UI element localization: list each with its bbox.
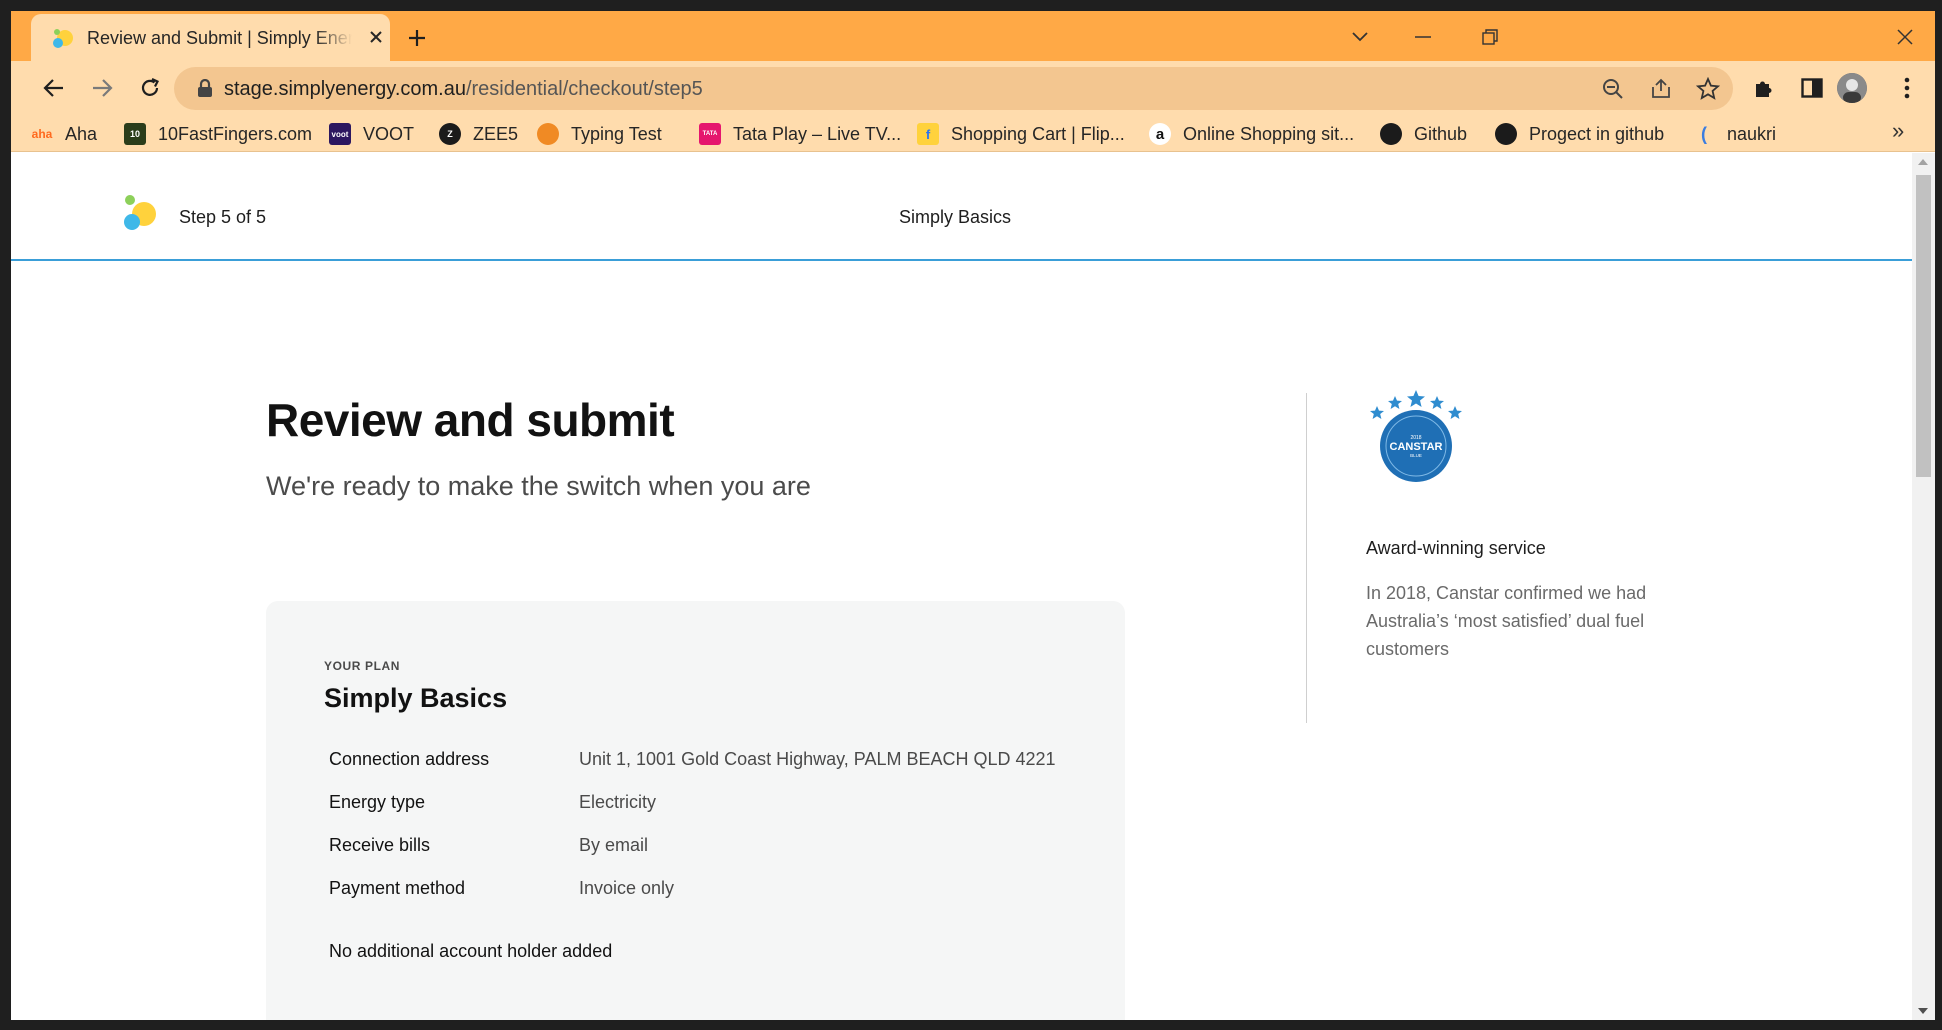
bookmark-zee5[interactable]: Z ZEE5 [439,122,518,146]
more-bookmarks-chevron-icon[interactable]: » [1892,118,1904,144]
url-host: stage.simplyenergy.com.au [224,78,466,100]
page-subtitle: We're ready to make the switch when you … [266,471,811,501]
naukri-icon: ( [1701,123,1707,144]
bookmark-label: 10FastFingers.com [158,123,313,144]
detail-row-payment-method: Payment method Invoice only [329,878,1109,902]
new-tab-icon[interactable] [403,24,431,52]
bookmark-voot[interactable]: voot VOOT [329,122,414,146]
forward-arrow-icon[interactable] [84,70,120,106]
detail-row-connection-address: Connection address Unit 1, 1001 Gold Coa… [329,749,1109,773]
flipkart-icon: f [917,123,939,145]
tab-title: Review and Submit | Simply Energy [87,28,352,48]
plan-summary-card: YOUR PLAN Simply Basics Connection addre… [266,601,1125,1020]
aha-icon: aha [31,127,53,141]
page-scrollbar[interactable] [1912,153,1935,1020]
detail-label: Connection address [329,749,490,769]
bookmark-10fastfingers[interactable]: 10 10FastFingers.com [124,122,312,146]
voot-icon: voot [329,123,351,145]
extensions-puzzle-icon[interactable] [1748,72,1780,104]
scroll-down-arrow-icon[interactable] [1918,1008,1928,1014]
profile-avatar-icon[interactable] [1837,73,1867,103]
bookmark-label: Tata Play – Live TV... [733,123,902,144]
detail-row-energy-type: Energy type Electricity [329,792,1109,816]
close-tab-icon[interactable] [365,26,387,48]
bookmark-flipkart[interactable]: f Shopping Cart | Flip... [917,122,1125,146]
bookmarks-bar: aha Aha 10 10FastFingers.com voot VOOT Z… [11,114,1935,152]
bookmark-github[interactable]: Github [1380,122,1467,146]
url-text: stage.simplyenergy.com.au/residential/ch… [224,78,703,101]
step-indicator: Step 5 of 5 [179,207,267,227]
simply-energy-logo-icon[interactable] [123,193,159,233]
active-tab[interactable]: Review and Submit | Simply Energy [31,14,390,61]
bookmark-label: ZEE5 [473,123,519,144]
badge-blue: BLUE [1410,453,1422,458]
bookmark-label: Github [1414,123,1468,144]
detail-row-receive-bills: Receive bills By email [329,835,1109,859]
badge-canstar: CANSTAR [1390,441,1443,453]
bookmark-label: Typing Test [571,123,662,144]
detail-label: Payment method [329,878,466,898]
header-plan-name: Simply Basics [899,207,1012,227]
github-icon [1495,123,1517,145]
page-viewport: Step 5 of 5 Simply Basics Review and sub… [11,153,1935,1020]
simply-energy-favicon-icon [53,29,73,48]
bookmark-tata-play[interactable]: TATA Tata Play – Live TV... [699,122,901,146]
share-icon[interactable] [1646,74,1676,104]
tata-play-icon: TATA [699,123,721,145]
bookmark-label: Online Shopping sit... [1183,123,1355,144]
bookmark-star-icon[interactable] [1693,74,1723,104]
tab-search-chevron-down-icon[interactable] [1340,21,1380,53]
minimize-icon[interactable] [1403,21,1443,53]
canstar-award-badge-icon: 2018 CANSTAR BLUE [1370,390,1462,482]
url-path: /residential/checkout/step5 [465,78,703,100]
card-eyebrow: YOUR PLAN [324,659,401,673]
side-panel-icon[interactable] [1796,72,1828,104]
card-plan-title: Simply Basics [324,683,508,713]
site-header: Step 5 of 5 Simply Basics [11,153,1912,261]
bookmark-aha[interactable]: aha Aha [31,122,97,146]
address-bar[interactable]: stage.simplyenergy.com.au/residential/ch… [174,67,1733,110]
amazon-icon: a [1149,123,1171,145]
detail-value: Electricity [579,792,657,812]
screen: Review and Submit | Simply Energy stage.… [0,0,1942,1030]
scroll-thumb[interactable] [1916,175,1931,477]
github-icon [1380,123,1402,145]
bookmark-label: VOOT [363,123,415,144]
reload-icon[interactable] [132,70,168,106]
back-arrow-icon[interactable] [36,70,72,106]
lock-icon [198,79,212,97]
bookmark-label: Shopping Cart | Flip... [951,123,1125,144]
browser-toolbar: stage.simplyenergy.com.au/residential/ch… [11,61,1935,114]
award-description: In 2018, Canstar confirmed we had Austra… [1366,583,1647,659]
title-bar: Review and Submit | Simply Energy [11,11,1935,61]
bookmark-label: naukri [1727,123,1777,144]
page-title: Review and submit [266,394,675,446]
sidebar-divider [1306,393,1307,723]
detail-value: By email [579,835,649,855]
bookmark-typing-test[interactable]: Typing Test [537,122,662,146]
typing-test-icon [537,123,559,145]
detail-label: Energy type [329,792,426,812]
zoom-out-icon[interactable] [1598,74,1628,104]
10fastfingers-icon: 10 [124,123,146,145]
browser-window: Review and Submit | Simply Energy stage.… [11,11,1935,1020]
detail-label: Receive bills [329,835,431,855]
bookmark-naukri[interactable]: ( naukri [1693,122,1776,146]
scroll-up-arrow-icon[interactable] [1918,159,1928,165]
bookmark-label: Progect in github [1529,123,1665,144]
restore-icon[interactable] [1470,21,1510,53]
close-window-icon[interactable] [1885,21,1925,53]
bookmark-label: Aha [65,123,98,144]
detail-value: Unit 1, 1001 Gold Coast Highway, PALM BE… [579,749,1056,769]
award-title: Award-winning service [1366,538,1546,558]
browser-menu-icon[interactable] [1891,72,1923,104]
bookmark-project-github[interactable]: Progect in github [1495,122,1664,146]
bookmark-amazon[interactable]: a Online Shopping sit... [1149,122,1354,146]
zee5-icon: Z [439,123,461,145]
detail-value: Invoice only [579,878,675,898]
account-holder-note: No additional account holder added [329,941,613,961]
